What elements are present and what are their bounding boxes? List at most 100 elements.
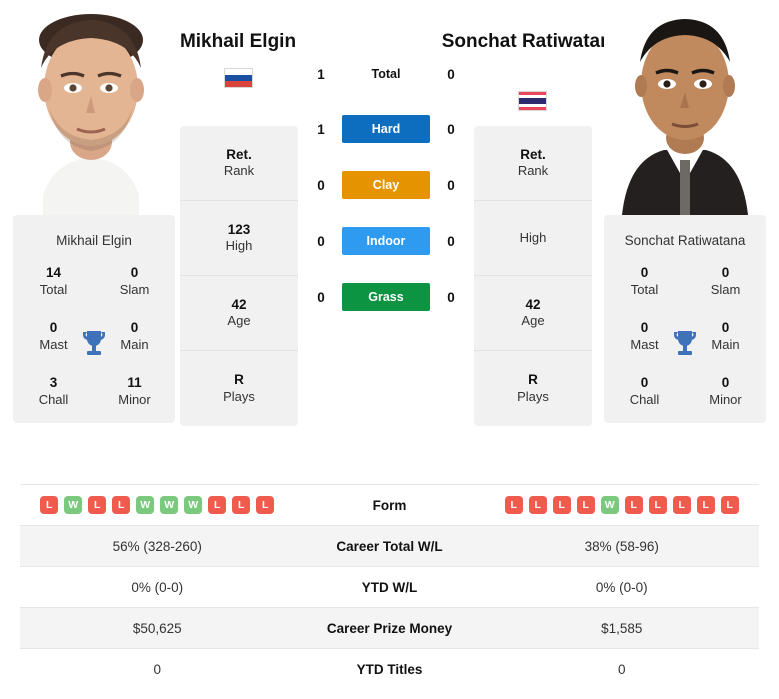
trophy-icon xyxy=(81,329,107,359)
form-badge-loss[interactable]: L xyxy=(256,496,275,514)
surface-breakdown: 1 Total 0 1 Hard 0 0 Clay 0 0 Indoor 0 0 xyxy=(300,60,472,339)
left-stat-total-value: 14 xyxy=(45,265,62,281)
left-stat-minor-label: Minor xyxy=(118,392,151,408)
right-stat-total-value: 0 xyxy=(640,265,649,281)
left-form-badges: LWLLWWWLLL xyxy=(20,496,295,514)
form-badge-loss[interactable]: L xyxy=(504,496,523,514)
left-form-cell: LWLLWWWLLL xyxy=(20,496,295,514)
trophy-icon xyxy=(672,329,698,359)
right-stat-chall-label: Chall xyxy=(629,392,660,408)
left-info-plays-label: Plays xyxy=(223,388,255,404)
right-info-rank-value: Ret. xyxy=(520,146,546,162)
right-stat-minor-value: 0 xyxy=(721,375,730,391)
left-info-age-value: 42 xyxy=(231,296,247,312)
right-form-cell: LLLLWLLLLL xyxy=(485,496,760,514)
left-player-column: Mikhail Elgin 14 Total 0 Slam 0 Mast 0 M… xyxy=(13,10,175,423)
right-info-plays-value: R xyxy=(528,372,538,388)
surface-grass-label[interactable]: Grass xyxy=(342,283,430,311)
left-ytd-wl: 0% (0-0) xyxy=(131,579,184,595)
form-badge-loss[interactable]: L xyxy=(232,496,251,514)
right-player-column: Sonchat Ratiwatana 0 Total 0 Slam 0 Mast xyxy=(604,10,766,423)
surface-grass-left: 0 xyxy=(317,289,325,305)
left-player-titles-card: Mikhail Elgin 14 Total 0 Slam 0 Mast 0 M… xyxy=(13,215,175,423)
left-career-wl: 56% (328-260) xyxy=(112,538,202,554)
career-wl-label: Career Total W/L xyxy=(336,538,443,554)
surface-hard-left: 1 xyxy=(317,121,325,137)
left-info-high-value: 123 xyxy=(227,221,251,237)
left-stat-slam-label: Slam xyxy=(119,282,150,298)
form-badge-loss[interactable]: L xyxy=(672,496,691,514)
right-info-plays-label: Plays xyxy=(517,388,549,404)
form-badge-loss[interactable]: L xyxy=(528,496,547,514)
right-card-player-name: Sonchat Ratiwatana xyxy=(624,233,746,248)
right-info-column: Ret. Rank High 42 Age R Plays xyxy=(474,126,592,426)
left-info-plays: R Plays xyxy=(180,351,298,426)
right-info-age: 42 Age xyxy=(474,276,592,351)
left-player-photo xyxy=(13,10,175,215)
surface-row-grass: 0 Grass 0 xyxy=(300,283,472,311)
form-badge-win[interactable]: W xyxy=(184,496,203,514)
form-badge-loss[interactable]: L xyxy=(88,496,107,514)
right-stat-total: 0 Total xyxy=(604,265,685,298)
form-badge-win[interactable]: W xyxy=(600,496,619,514)
right-stat-slam-label: Slam xyxy=(710,282,741,298)
right-player-name: Sonchat Ratiwatana xyxy=(441,31,623,52)
form-badge-loss[interactable]: L xyxy=(648,496,667,514)
surface-hard-right: 0 xyxy=(447,121,455,137)
left-stat-chall-label: Chall xyxy=(38,392,69,408)
left-stat-minor-value: 11 xyxy=(127,375,142,391)
form-badge-loss[interactable]: L xyxy=(720,496,739,514)
right-ytd-wl: 0% (0-0) xyxy=(595,579,648,595)
right-stat-chall: 0 Chall xyxy=(604,375,685,408)
form-badge-loss[interactable]: L xyxy=(112,496,131,514)
surface-row-total: 1 Total 0 xyxy=(300,60,472,88)
left-stat-chall-value: 3 xyxy=(49,375,58,391)
right-info-rank-label: Rank xyxy=(517,163,549,179)
surface-total-right: 0 xyxy=(447,66,455,82)
form-badge-win[interactable]: W xyxy=(136,496,155,514)
form-badge-loss[interactable]: L xyxy=(40,496,59,514)
left-titles-grid: 14 Total 0 Slam 0 Mast 0 Main 3 Chall 11… xyxy=(13,265,175,408)
left-info-age-label: Age xyxy=(227,313,251,329)
form-badge-loss[interactable]: L xyxy=(552,496,571,514)
right-info-rank: Ret. Rank xyxy=(474,126,592,201)
left-stat-total-label: Total xyxy=(39,282,68,298)
table-row: 56% (328-260) Career Total W/L 38% (58-9… xyxy=(20,525,759,566)
form-badge-win[interactable]: W xyxy=(160,496,179,514)
right-info-high: High xyxy=(474,201,592,276)
comparison-header: Mikhail Elgin Sonchat Ratiwatana Mikhail… xyxy=(0,0,779,472)
form-badge-win[interactable]: W xyxy=(64,496,83,514)
right-career-prize: $1,585 xyxy=(601,620,643,636)
ytd-wl-label: YTD W/L xyxy=(361,579,418,595)
right-ytd-titles: 0 xyxy=(617,661,626,677)
left-info-rank-label: Rank xyxy=(223,163,255,179)
surface-row-clay: 0 Clay 0 xyxy=(300,171,472,199)
form-badge-loss[interactable]: L xyxy=(624,496,643,514)
left-info-high: 123 High xyxy=(180,201,298,276)
surface-grass-right: 0 xyxy=(447,289,455,305)
surface-indoor-label[interactable]: Indoor xyxy=(342,227,430,255)
right-player-titles-card: Sonchat Ratiwatana 0 Total 0 Slam 0 Mast xyxy=(604,215,766,423)
surface-hard-label[interactable]: Hard xyxy=(342,115,430,143)
left-card-player-name: Mikhail Elgin xyxy=(56,233,132,248)
russia-flag-icon xyxy=(223,68,253,88)
left-info-plays-value: R xyxy=(234,372,244,388)
left-info-rank: Ret. Rank xyxy=(180,126,298,201)
left-info-high-label: High xyxy=(225,238,253,254)
comparison-stats-table: LWLLWWWLLL Form LLLLWLLLLL 56% (328-260)… xyxy=(20,484,759,689)
left-stat-minor: 11 Minor xyxy=(94,375,175,408)
form-badge-loss[interactable]: L xyxy=(576,496,595,514)
form-badge-loss[interactable]: L xyxy=(696,496,715,514)
table-row: $50,625 Career Prize Money $1,585 xyxy=(20,607,759,648)
right-player-photo xyxy=(604,10,766,215)
table-row-form: LWLLWWWLLL Form LLLLWLLLLL xyxy=(20,484,759,525)
form-badge-loss[interactable]: L xyxy=(208,496,227,514)
surface-clay-label[interactable]: Clay xyxy=(342,171,430,199)
right-stat-minor-label: Minor xyxy=(709,392,742,408)
left-ytd-titles: 0 xyxy=(153,661,161,677)
surface-indoor-right: 0 xyxy=(447,233,455,249)
right-stat-total-label: Total xyxy=(630,282,659,298)
career-prize-label: Career Prize Money xyxy=(326,620,453,636)
left-info-age: 42 Age xyxy=(180,276,298,351)
thailand-flag-icon xyxy=(517,91,547,111)
